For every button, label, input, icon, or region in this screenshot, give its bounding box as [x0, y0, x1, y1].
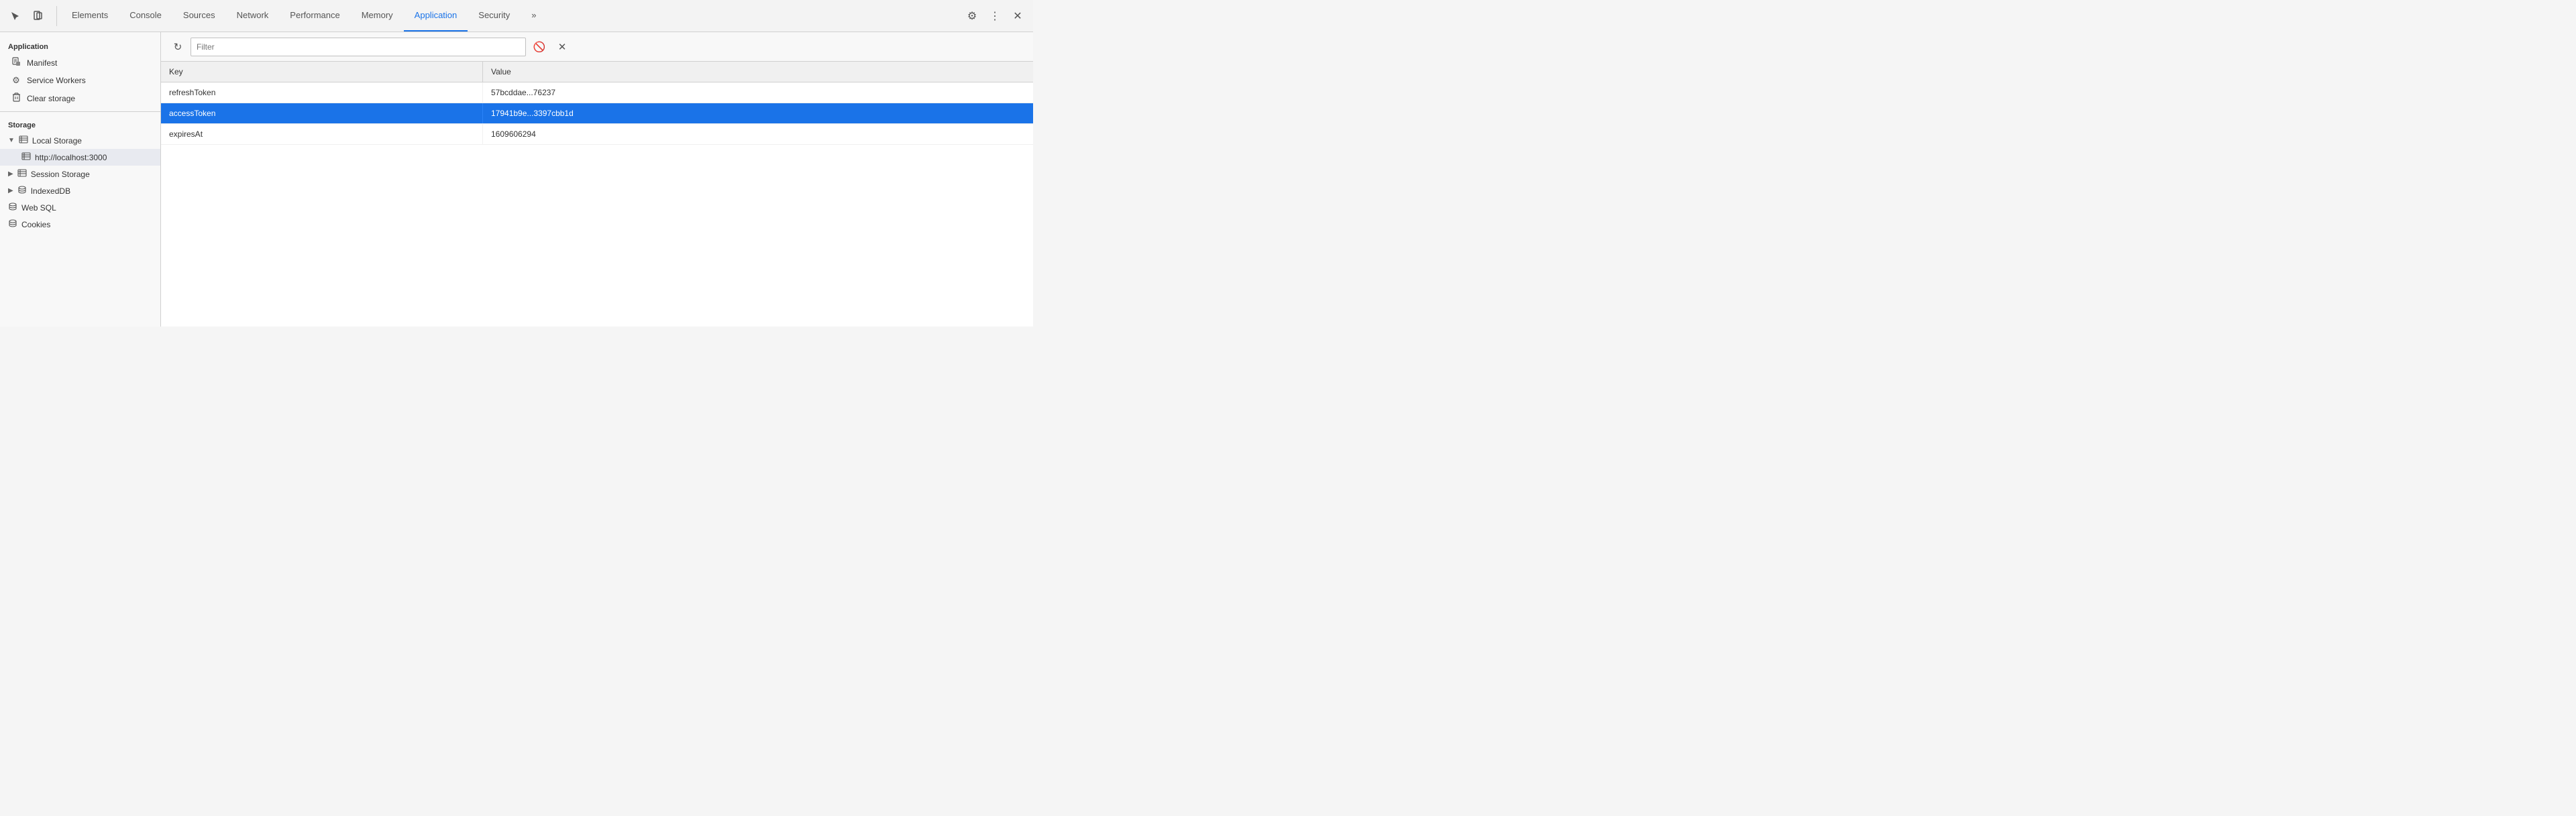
sidebar-item-local-storage[interactable]: ▼ Local Storage: [0, 132, 160, 149]
toolbar-right-actions: ⚙ ⋮ ✕: [962, 6, 1028, 26]
refresh-button[interactable]: ↻: [169, 38, 186, 56]
web-sql-icon: [8, 202, 17, 213]
local-storage-chevron: ▼: [8, 137, 15, 144]
sidebar-item-manifest[interactable]: Manifest: [0, 54, 160, 72]
content-area: ↻ 🚫 ✕ Key Value refreshToken 57bcddae...…: [161, 32, 1033, 327]
more-options-button[interactable]: ⋮: [985, 6, 1005, 26]
local-storage-label: Local Storage: [32, 136, 82, 145]
storage-section-title: Storage: [0, 116, 160, 132]
cursor-icon-btn[interactable]: [5, 6, 25, 26]
sidebar-item-web-sql[interactable]: Web SQL: [0, 199, 160, 216]
table-row[interactable]: accessToken 17941b9e...3397cbb1d: [161, 103, 1033, 124]
settings-button[interactable]: ⚙: [962, 6, 982, 26]
table-header-row: Key Value: [161, 62, 1033, 82]
web-sql-label: Web SQL: [21, 203, 56, 213]
row-2-value: 1609606294: [483, 124, 1033, 144]
manifest-icon: [11, 57, 21, 68]
delete-filter-button[interactable]: ✕: [553, 38, 572, 56]
table-row[interactable]: expiresAt 1609606294: [161, 124, 1033, 145]
row-1-key: accessToken: [161, 103, 483, 123]
row-2-key: expiresAt: [161, 124, 483, 144]
sidebar-item-session-storage[interactable]: ▶ Session Storage: [0, 166, 160, 182]
main-layout: Application Manifest ⚙ Service Workers: [0, 32, 1033, 327]
service-workers-label: Service Workers: [27, 76, 152, 85]
sidebar-item-localhost[interactable]: http://localhost:3000: [0, 149, 160, 166]
tab-more[interactable]: »: [521, 0, 547, 32]
tab-application[interactable]: Application: [404, 0, 468, 32]
indexed-db-icon: [17, 186, 27, 196]
manifest-label: Manifest: [27, 58, 152, 68]
tab-network[interactable]: Network: [226, 0, 280, 32]
row-1-value: 17941b9e...3397cbb1d: [483, 103, 1033, 123]
refresh-icon: ↻: [174, 41, 182, 53]
session-storage-icon: [17, 169, 27, 179]
tab-console[interactable]: Console: [119, 0, 172, 32]
toolbar-icon-group: [5, 6, 57, 26]
indexed-db-chevron: ▶: [8, 187, 13, 194]
table-row[interactable]: refreshToken 57bcddae...76237: [161, 82, 1033, 103]
cookies-icon: [8, 219, 17, 229]
sidebar-item-cookies[interactable]: Cookies: [0, 216, 160, 233]
tab-navigation: Elements Console Sources Network Perform…: [61, 0, 961, 32]
filter-input[interactable]: [191, 38, 526, 56]
session-storage-chevron: ▶: [8, 170, 13, 178]
devtools-toolbar: Elements Console Sources Network Perform…: [0, 0, 1033, 32]
device-icon-btn[interactable]: [28, 6, 48, 26]
storage-table: Key Value refreshToken 57bcddae...76237 …: [161, 62, 1033, 327]
service-workers-icon: ⚙: [11, 75, 21, 86]
local-storage-icon: [19, 135, 28, 145]
tab-security[interactable]: Security: [468, 0, 521, 32]
sidebar-item-clear-storage[interactable]: Clear storage: [0, 89, 160, 107]
tab-elements[interactable]: Elements: [61, 0, 119, 32]
value-column-header: Value: [483, 62, 1033, 82]
clear-storage-icon: [11, 93, 21, 104]
sidebar-item-service-workers[interactable]: ⚙ Service Workers: [0, 72, 160, 89]
no-entry-icon: 🚫: [533, 41, 546, 53]
localhost-label: http://localhost:3000: [35, 153, 107, 162]
clear-storage-label: Clear storage: [27, 94, 152, 103]
row-0-value: 57bcddae...76237: [483, 82, 1033, 103]
cookies-label: Cookies: [21, 220, 50, 229]
session-storage-label: Session Storage: [31, 170, 90, 179]
application-section-title: Application: [0, 38, 160, 54]
clear-filter-button[interactable]: 🚫: [530, 38, 549, 56]
tab-performance[interactable]: Performance: [279, 0, 350, 32]
close-button[interactable]: ✕: [1008, 6, 1028, 26]
key-column-header: Key: [161, 62, 483, 82]
sidebar-divider-1: [0, 111, 160, 112]
close-filter-icon: ✕: [558, 41, 567, 53]
localhost-storage-icon: [21, 152, 31, 162]
sidebar-item-indexed-db[interactable]: ▶ IndexedDB: [0, 182, 160, 199]
row-0-key: refreshToken: [161, 82, 483, 103]
tab-sources[interactable]: Sources: [172, 0, 226, 32]
tab-memory[interactable]: Memory: [351, 0, 404, 32]
indexed-db-label: IndexedDB: [31, 186, 70, 196]
sidebar: Application Manifest ⚙ Service Workers: [0, 32, 161, 327]
filter-bar: ↻ 🚫 ✕: [161, 32, 1033, 62]
